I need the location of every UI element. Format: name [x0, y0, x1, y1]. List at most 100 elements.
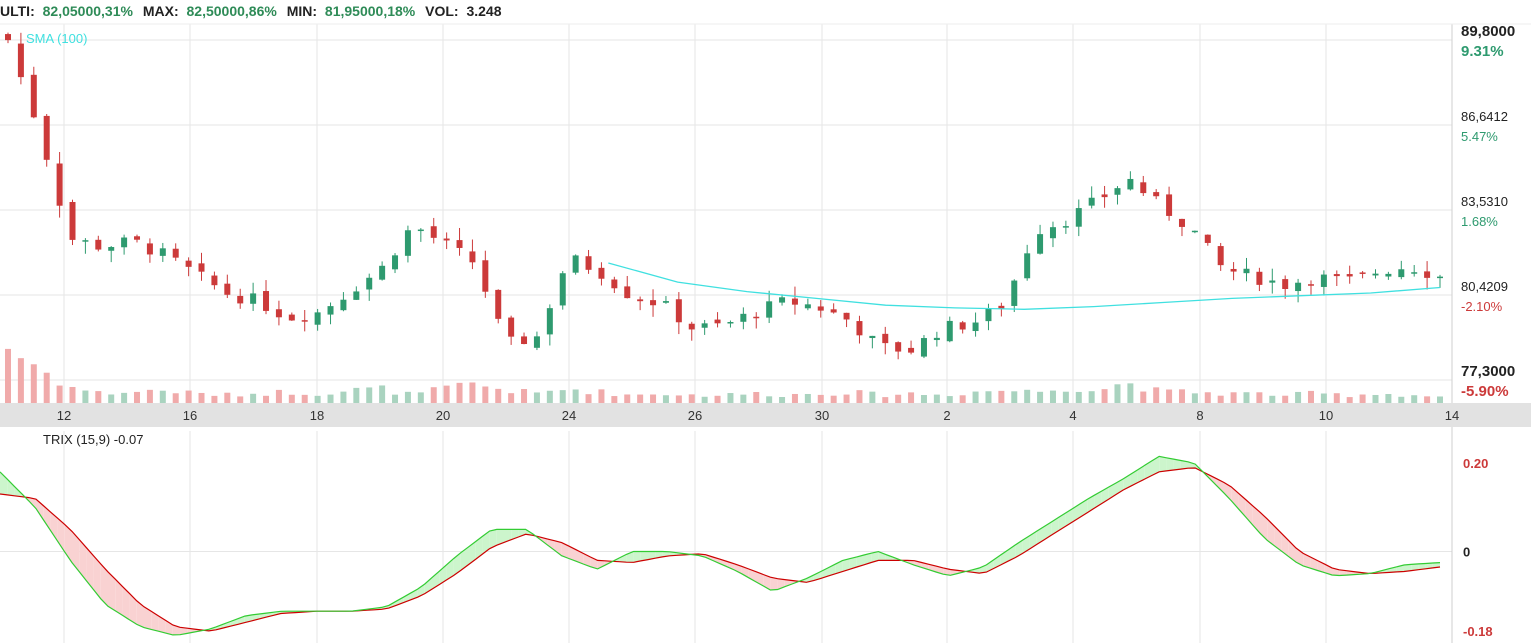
candle-body [1359, 272, 1366, 274]
volume-bar [146, 389, 153, 403]
volume-bar [920, 395, 927, 403]
volume-bar [1411, 395, 1418, 403]
percent-tick-label: -2.10% [1461, 299, 1503, 314]
candle-body [134, 236, 141, 240]
candle-body [1049, 227, 1056, 239]
sma-label: SMA (100) [26, 31, 87, 46]
volume-bar [301, 394, 308, 403]
volume-bar [843, 394, 850, 403]
volume-bar [1295, 391, 1302, 403]
candle-body [1333, 274, 1340, 277]
trix-fill-area [129, 593, 137, 625]
candle-body [572, 255, 579, 273]
volume-bar [637, 394, 644, 403]
candle-body [1011, 280, 1018, 306]
volume-bar [572, 389, 579, 403]
volume-bar [959, 395, 966, 403]
candle-body [688, 323, 695, 330]
volume-bars [5, 348, 1443, 403]
volume-bar [30, 364, 37, 403]
candle-body [1114, 188, 1121, 195]
volume-bar [1385, 394, 1392, 403]
candle-body [1269, 280, 1276, 283]
volume-bar [1204, 392, 1211, 403]
candle-body [972, 322, 979, 332]
candle-body [869, 335, 876, 339]
candle-body [701, 323, 708, 328]
candle-body [443, 238, 450, 241]
volume-bar [882, 397, 889, 403]
volume-bar [327, 394, 334, 403]
stock-chart[interactable]: ULTI: 82,05000,31% MAX: 82,50000,86% MIN… [0, 0, 1531, 643]
candle-body [817, 306, 824, 311]
candle-body [508, 317, 515, 337]
date-tick-label: 16 [183, 408, 197, 423]
candle-body [1153, 192, 1160, 197]
volume-bar [1011, 391, 1018, 403]
volume-bar [662, 395, 669, 403]
candle-body [1295, 282, 1302, 292]
volume-bar [417, 392, 424, 403]
candle-body [1037, 234, 1044, 254]
candle-body [82, 240, 89, 242]
date-tick-label: 8 [1196, 408, 1203, 423]
percent-tick-label: 1.68% [1461, 214, 1498, 229]
volume-bar [753, 392, 760, 403]
volume-bar [1359, 394, 1366, 403]
candle-body [856, 321, 863, 336]
candle-body [417, 229, 424, 232]
volume-bar [895, 394, 902, 403]
volume-bar [1024, 389, 1031, 403]
candle-body [1024, 253, 1031, 279]
price-tick-label: 89,8000 [1461, 23, 1515, 40]
volume-bar [804, 393, 811, 403]
chart-canvas[interactable]: SMA (100) 89,8000 9.31% 86,6412 5.47% 83,5310… [0, 0, 1531, 643]
candle-body [172, 248, 179, 258]
trix-fill-area [770, 577, 778, 591]
volume-bar [998, 390, 1005, 403]
volume-bar [237, 396, 244, 403]
volume-bar [1437, 396, 1443, 403]
date-tick-label: 4 [1069, 408, 1076, 423]
volume-bar [856, 390, 863, 403]
candle-body [1437, 276, 1443, 279]
trix-label: TRIX (15,9) -0.07 [43, 432, 143, 447]
volume-bar [559, 390, 566, 403]
candle-body [650, 300, 657, 306]
candle-body [430, 226, 437, 238]
volume-bar [1333, 393, 1340, 403]
candle-body [1243, 268, 1250, 274]
volume-bar [250, 393, 257, 403]
trix-fill-area [7, 479, 15, 496]
volume-bar [353, 387, 360, 403]
candle-body [675, 299, 682, 323]
volume-bar [495, 388, 502, 403]
candle-body [1217, 246, 1224, 266]
candle-body [740, 313, 747, 322]
volume-bar [1075, 391, 1082, 403]
volume-bar [546, 390, 553, 403]
candle-body [766, 301, 773, 318]
date-tick-label: 30 [815, 408, 829, 423]
candle-body [366, 277, 373, 290]
trix-tick-label: 0.20 [1463, 456, 1488, 471]
volume-bar [172, 393, 179, 403]
volume-bar [830, 395, 837, 403]
candle-body [1075, 208, 1082, 227]
candle-body [146, 243, 153, 255]
volume-bar [17, 358, 24, 403]
volume-bar [456, 382, 463, 403]
volume-bar [611, 396, 618, 403]
date-tick-label: 12 [57, 408, 71, 423]
volume-bar [430, 387, 437, 403]
candle-body [1385, 273, 1392, 277]
candle-body [920, 338, 927, 357]
volume-bar [1307, 390, 1314, 403]
candle-body [882, 333, 889, 344]
date-axis-band [0, 403, 1531, 427]
candle-body [946, 320, 953, 342]
candle-body [843, 312, 850, 320]
candles [5, 32, 1443, 360]
trix-fill-area [136, 600, 144, 628]
candle-body [224, 283, 231, 295]
